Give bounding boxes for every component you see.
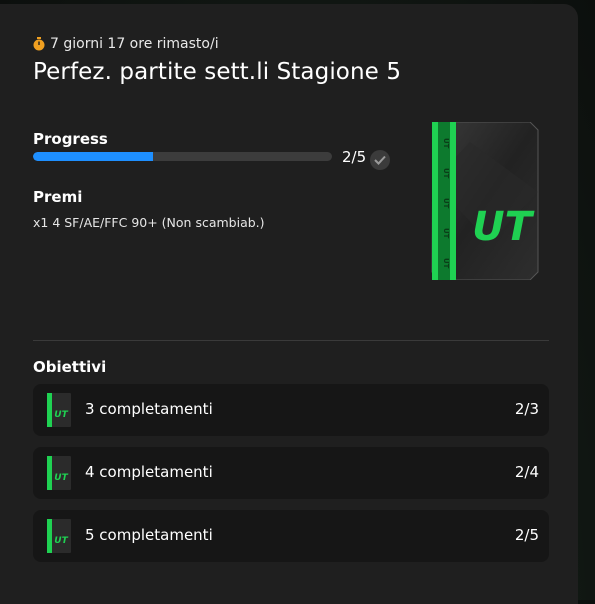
svg-text:UT: UT — [442, 198, 450, 209]
objective-row[interactable]: UT 4 completamenti 2/4 — [33, 447, 549, 499]
ut-pack-icon: UT — [47, 393, 71, 427]
objective-label: 5 completamenti — [85, 526, 213, 544]
objectives-label: Obiettivi — [33, 358, 107, 376]
stopwatch-icon — [33, 37, 45, 51]
reward-item: x1 4 SF/AE/FFC 90+ (Non scambiab.) — [33, 215, 265, 230]
svg-text:UT: UT — [442, 228, 450, 239]
progress-count: 2/5 — [342, 148, 367, 166]
ut-pack-icon: UT UT UT UT UT UT — [431, 122, 539, 280]
objective-label: 3 completamenti — [85, 400, 213, 418]
ut-pack-icon: UT — [47, 456, 71, 490]
svg-text:UT: UT — [442, 168, 450, 179]
objective-panel: 7 giorni 17 ore rimasto/i Perfez. partit… — [0, 4, 578, 604]
time-remaining: 7 giorni 17 ore rimasto/i — [33, 36, 219, 52]
rewards-label: Premi — [33, 188, 83, 206]
progress-bar-fill — [33, 152, 153, 161]
progress-label: Progress — [33, 130, 108, 148]
objective-row[interactable]: UT 5 completamenti 2/5 — [33, 510, 549, 562]
objective-count: 2/5 — [514, 526, 539, 544]
progress-bar — [33, 152, 332, 161]
time-remaining-text: 7 giorni 17 ore rimasto/i — [50, 36, 219, 52]
page-title: Perfez. partite sett.li Stagione 5 — [33, 59, 402, 85]
objective-count: 2/4 — [514, 463, 539, 481]
objective-count: 2/3 — [514, 400, 539, 418]
svg-text:UT: UT — [54, 536, 68, 546]
checkmark-icon — [370, 150, 390, 170]
ut-pack-icon: UT — [47, 519, 71, 553]
svg-text:UT: UT — [54, 410, 68, 420]
pack-logo: UT — [472, 204, 534, 250]
divider — [33, 340, 549, 341]
svg-text:UT: UT — [442, 258, 450, 269]
objective-label: 4 completamenti — [85, 463, 213, 481]
objective-row[interactable]: UT 3 completamenti 2/3 — [33, 384, 549, 436]
svg-text:UT: UT — [442, 138, 450, 149]
svg-text:UT: UT — [54, 473, 68, 483]
